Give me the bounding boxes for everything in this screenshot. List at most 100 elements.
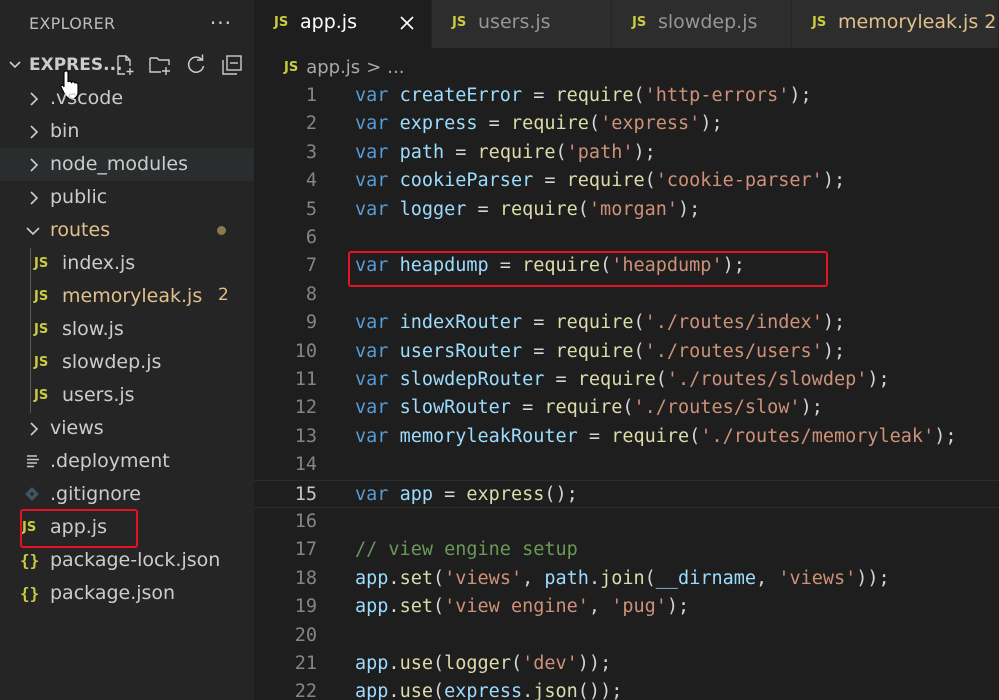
refresh-icon[interactable]: [184, 53, 208, 77]
line-number: 21: [294, 653, 317, 674]
tab-label: app.js: [300, 11, 357, 33]
code-line: 21 app.use(logger('dev'));: [254, 650, 999, 678]
close-icon[interactable]: [397, 13, 417, 33]
line-number: 3: [305, 141, 317, 163]
line-number: 4: [305, 170, 317, 192]
chevron-right-icon: [30, 422, 39, 436]
workspace-folder-row[interactable]: EXPRES...: [0, 49, 254, 82]
editor-tabs: JS app.js JS users.js JS slowdep.js JS m…: [254, 0, 999, 48]
code-line: 16: [254, 508, 999, 536]
line-number: 2: [305, 113, 317, 135]
tree-item-gitignore[interactable]: .gitignore: [0, 478, 254, 511]
new-file-icon[interactable]: [113, 53, 137, 77]
js-file-icon: JS: [34, 322, 49, 337]
chevron-down-icon[interactable]: [5, 53, 25, 77]
code-text: var indexRouter = require('./routes/inde…: [355, 312, 846, 334]
tab-slowdep-js[interactable]: JS slowdep.js: [612, 0, 792, 48]
js-file-icon: JS: [274, 15, 289, 30]
js-file-icon: JS: [34, 256, 49, 271]
tree-item-bin[interactable]: bin: [0, 115, 254, 148]
js-file-icon: JS: [34, 355, 49, 370]
json-file-icon: {}: [20, 551, 40, 570]
tree-item-label: users.js: [62, 384, 135, 406]
line-number: 15: [294, 483, 317, 505]
chevron-right-icon: [30, 125, 39, 139]
tree-item-node-modules[interactable]: node_modules: [0, 148, 254, 181]
code-line: 13 var memoryleakRouter = require('./rout…: [254, 423, 999, 451]
code-text: var logger = require('morgan');: [355, 198, 701, 220]
more-actions-icon[interactable]: ···: [210, 11, 232, 35]
git-icon: [25, 487, 39, 501]
tree-item-label: routes: [50, 219, 111, 241]
tree-item-memoryleak-js[interactable]: JS memoryleak.js 2: [0, 280, 254, 313]
tab-label: slowdep.js: [658, 11, 758, 33]
highlight-box-heapdump: [348, 251, 828, 287]
tree-item-views[interactable]: views: [0, 412, 254, 445]
tab-users-js[interactable]: JS users.js: [432, 0, 612, 48]
new-folder-icon[interactable]: [148, 53, 172, 77]
explorer-title: EXPLORER: [29, 13, 116, 33]
tab-label: memoryleak.js 2: [838, 11, 997, 33]
code-line: 20: [254, 622, 999, 650]
chevron-right-icon: [30, 158, 39, 172]
line-number: 5: [305, 198, 317, 220]
line-number: 12: [294, 397, 317, 419]
breadcrumb-symbols[interactable]: ...: [387, 57, 404, 78]
js-file-icon: JS: [632, 15, 647, 30]
code-editor[interactable]: 1 var createError = require('http-errors'…: [254, 82, 999, 700]
code-line: 6: [254, 224, 999, 252]
tree-item-slowdep-js[interactable]: JS slowdep.js: [0, 346, 254, 379]
code-line: 3 var path = require('path');: [254, 139, 999, 167]
breadcrumb: JS app.js > ...: [284, 54, 404, 80]
tree-item-label: memoryleak.js: [62, 285, 203, 307]
tree-item-package-json[interactable]: {} package.json: [0, 577, 254, 610]
code-line: 9 var indexRouter = require('./routes/ind…: [254, 309, 999, 337]
collapse-all-icon[interactable]: [220, 53, 244, 77]
code-line: 10 var usersRouter = require('./routes/us…: [254, 338, 999, 366]
code-line: 5 var logger = require('morgan');: [254, 196, 999, 224]
tree-item-label: .vscode: [50, 87, 124, 109]
text-file-icon: [27, 455, 39, 468]
tab-app-js[interactable]: JS app.js: [254, 0, 432, 48]
tree-item-public[interactable]: public: [0, 181, 254, 214]
code-text: var app = express();: [355, 483, 578, 505]
code-text: var slowRouter = require('./routes/slow'…: [355, 397, 823, 419]
highlight-box-appjs: [20, 509, 138, 548]
line-number: 17: [294, 539, 317, 561]
chevron-right-icon: [30, 92, 39, 106]
code-line: 4 var cookieParser = require('cookie-pars…: [254, 167, 999, 195]
code-line: 12 var slowRouter = require('./routes/slo…: [254, 394, 999, 422]
tree-item-package-lock-json[interactable]: {} package-lock.json: [0, 544, 254, 577]
tree-item-index-js[interactable]: JS index.js: [0, 247, 254, 280]
line-number: 8: [305, 283, 317, 305]
code-line: 1 var createError = require('http-errors'…: [254, 82, 999, 110]
tree-item-label: .gitignore: [50, 483, 141, 505]
tree-item-vscode[interactable]: .vscode: [0, 82, 254, 115]
json-file-icon: {}: [20, 584, 40, 603]
line-number: 18: [294, 567, 317, 589]
tree-item-routes[interactable]: routes: [0, 214, 254, 247]
tree-item-label: public: [50, 186, 108, 208]
tab-memoryleak-js[interactable]: JS memoryleak.js 2: [792, 0, 999, 48]
tree-item-label: views: [50, 417, 104, 439]
code-line: 18 app.set('views', path.join(__dirname, …: [254, 565, 999, 593]
code-line: 14: [254, 451, 999, 479]
line-number: 10: [294, 340, 317, 362]
code-line: 19 app.set('view engine', 'pug');: [254, 593, 999, 621]
line-number: 19: [294, 596, 317, 618]
breadcrumb-file[interactable]: app.js: [306, 57, 360, 78]
tree-item-slow-js[interactable]: JS slow.js: [0, 313, 254, 346]
line-number: 6: [305, 227, 317, 248]
code-line: 22 app.use(express.json());: [254, 678, 999, 700]
line-number: 22: [294, 681, 317, 700]
code-text: var slowdepRouter = require('./routes/sl…: [355, 369, 890, 390]
tree-item-label: package-lock.json: [50, 549, 221, 571]
chevron-right-icon: [30, 191, 39, 205]
tree-item-deployment[interactable]: .deployment: [0, 445, 254, 478]
line-number: 16: [294, 511, 317, 532]
tab-label: users.js: [478, 11, 551, 33]
tree-item-users-js[interactable]: JS users.js: [0, 379, 254, 412]
code-text: var cookieParser = require('cookie-parse…: [355, 170, 846, 192]
code-text: app.set('view engine', 'pug');: [355, 596, 690, 618]
tree-item-label: bin: [50, 120, 80, 142]
